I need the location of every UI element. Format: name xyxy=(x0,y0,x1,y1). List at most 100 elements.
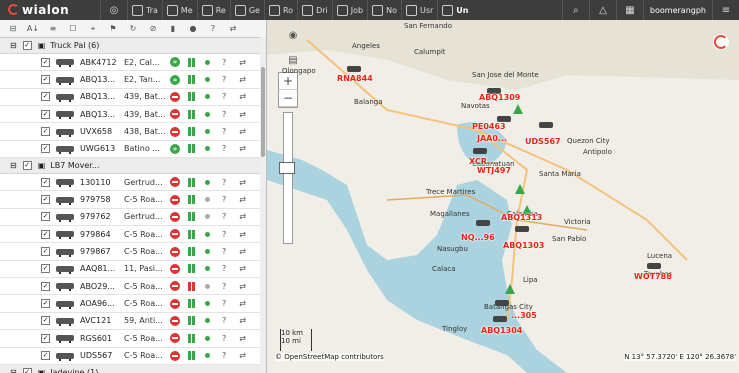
unit-location[interactable]: C-5 Roa... xyxy=(124,247,166,256)
moving-arrow-icon[interactable] xyxy=(513,104,523,114)
unit-name[interactable]: ABQ13... xyxy=(80,92,120,101)
unit-location[interactable]: C-5 Roa... xyxy=(124,230,166,239)
command-icon[interactable]: ⇄ xyxy=(239,247,246,256)
command-icon[interactable]: ⇄ xyxy=(239,282,246,291)
unit-location[interactable]: 438, Bat... xyxy=(124,127,166,136)
stopped-status-icon[interactable] xyxy=(170,194,180,205)
vehicle-label[interactable]: WOT788 xyxy=(634,272,672,281)
info-icon[interactable]: ? xyxy=(206,23,220,35)
moving-status-icon[interactable]: » xyxy=(170,74,180,85)
unit-checkbox[interactable]: ✓ xyxy=(41,299,50,309)
unit-checkbox[interactable]: ✓ xyxy=(41,144,50,154)
stopped-status-icon[interactable] xyxy=(170,211,180,222)
vehicle-label[interactable]: ABQ1313 xyxy=(501,213,542,222)
vehicle-label[interactable]: ABQ1303 xyxy=(503,241,544,250)
unit-row[interactable]: ✓ 979864 C-5 Roa...? ⇄ xyxy=(0,226,266,244)
unit-location[interactable]: E2, Cal... xyxy=(124,58,166,67)
unit-location[interactable]: E2, Tan... xyxy=(124,75,166,84)
vehicle-label[interactable]: UDS567 xyxy=(525,137,561,146)
info-icon[interactable]: ? xyxy=(222,92,226,101)
layers-icon[interactable]: ▦ xyxy=(615,0,643,20)
unit-name[interactable]: 979864 xyxy=(80,230,120,239)
info-icon[interactable]: ? xyxy=(222,195,226,204)
tab-job[interactable]: Job xyxy=(331,0,367,20)
command-icon[interactable]: ⇄ xyxy=(239,110,246,119)
unit-row[interactable]: ✓ UVX658 438, Bat...? ⇄ xyxy=(0,123,266,141)
info-icon[interactable]: ? xyxy=(222,264,226,273)
unit-checkbox[interactable]: ✓ xyxy=(41,316,50,326)
refresh-icon[interactable]: ↻ xyxy=(126,23,140,35)
collapse-toggle-icon[interactable]: ⊟ xyxy=(10,41,17,50)
group-checkbox[interactable]: ✓ xyxy=(22,367,32,373)
command-icon[interactable]: ⇄ xyxy=(239,316,246,325)
vehicle-label[interactable]: ...305 xyxy=(511,311,537,320)
info-icon[interactable]: ? xyxy=(222,334,226,343)
tab-report[interactable]: Re xyxy=(196,0,230,20)
vehicle-marker[interactable] xyxy=(495,300,509,306)
unit-name[interactable]: 979867 xyxy=(80,247,120,256)
unit-checkbox[interactable]: ✓ xyxy=(41,212,50,222)
unit-name[interactable]: ABQ13... xyxy=(80,110,120,119)
map-layers-icon[interactable]: ▤ xyxy=(286,55,300,67)
info-icon[interactable]: ? xyxy=(222,212,226,221)
unit-name[interactable]: ABO29... xyxy=(80,282,120,291)
unit-checkbox[interactable]: ✓ xyxy=(41,57,50,67)
tab-user[interactable]: Usr xyxy=(400,0,437,20)
vehicle-marker[interactable] xyxy=(515,226,529,232)
info-icon[interactable]: ? xyxy=(222,230,226,239)
unit-row[interactable]: ✓ ABQ13... 439, Bat...? ⇄ xyxy=(0,89,266,107)
collapse-icon[interactable]: ≡ xyxy=(46,23,60,35)
command-icon[interactable]: ⇄ xyxy=(239,230,246,239)
select-all-icon[interactable]: ☐ xyxy=(66,23,80,35)
vehicle-label[interactable]: ABQ1309 xyxy=(479,93,520,102)
info-icon[interactable]: ? xyxy=(222,282,226,291)
unit-checkbox[interactable]: ✓ xyxy=(41,195,50,205)
unit-location[interactable]: 11, Pasi... xyxy=(124,264,166,273)
vehicle-label[interactable]: PE0463 xyxy=(472,122,506,131)
unit-location[interactable]: C-5 Roa... xyxy=(124,195,166,204)
unit-name[interactable]: AOA96... xyxy=(80,299,120,308)
unit-row[interactable]: ✓ UWG613 Batino ... »? ⇄ xyxy=(0,141,266,159)
unit-checkbox[interactable]: ✓ xyxy=(41,75,50,85)
unit-name[interactable]: 979762 xyxy=(80,212,120,221)
stopped-status-icon[interactable] xyxy=(170,229,180,240)
command-icon[interactable]: ⇄ xyxy=(239,264,246,273)
unit-row[interactable]: ✓ ABQ13... 439, Bat...? ⇄ xyxy=(0,106,266,124)
unit-row[interactable]: ✓ 130110 Gertrud...? ⇄ xyxy=(0,174,266,192)
key-icon[interactable]: ⊘ xyxy=(146,23,160,35)
vehicle-marker[interactable] xyxy=(473,148,487,154)
location-icon[interactable]: ⌖ xyxy=(86,23,100,35)
collapse-toggle-icon[interactable]: ⊟ xyxy=(10,161,17,170)
info-icon[interactable]: ? xyxy=(222,144,226,153)
zoom-out-button[interactable]: − xyxy=(279,90,297,107)
map-view[interactable]: ◉ ▤ + − San Fernando Angeles Olongapo Ca… xyxy=(267,20,739,373)
unit-location[interactable]: Gertrud... xyxy=(124,212,166,221)
vehicle-label[interactable]: WTJ497 xyxy=(477,166,511,175)
moving-status-icon[interactable]: » xyxy=(170,143,180,154)
stopped-status-icon[interactable] xyxy=(170,333,180,344)
unit-row[interactable]: ✓ UDS567 C-5 Roa...? ⇄ xyxy=(0,348,266,365)
unit-name[interactable]: ABK4712 xyxy=(80,58,120,67)
stopped-status-icon[interactable] xyxy=(170,109,180,120)
status-icon[interactable]: ● xyxy=(186,23,200,35)
info-icon[interactable]: ? xyxy=(222,75,226,84)
command-icon[interactable]: ⇄ xyxy=(239,351,246,360)
unit-location[interactable]: Batino ... xyxy=(124,144,166,153)
unit-row[interactable]: ✓ AOA96... C-5 Roa...? ⇄ xyxy=(0,295,266,313)
unit-name[interactable]: AAQ81... xyxy=(80,264,120,273)
unit-row[interactable]: ✓ ABQ13... E2, Tan... »? ⇄ xyxy=(0,71,266,89)
stopped-status-icon[interactable] xyxy=(170,298,180,309)
unit-name[interactable]: RGS601 xyxy=(80,334,120,343)
unit-location[interactable]: C-5 Roa... xyxy=(124,282,166,291)
stopped-status-icon[interactable] xyxy=(170,177,180,188)
sort-az-icon[interactable]: A↓ xyxy=(26,23,40,35)
unit-name[interactable]: ABQ13... xyxy=(80,75,120,84)
vehicle-marker[interactable] xyxy=(493,316,507,322)
zoom-slider-handle[interactable] xyxy=(279,162,295,174)
stopped-status-icon[interactable] xyxy=(170,263,180,274)
group-checkbox[interactable]: ✓ xyxy=(22,161,32,171)
unit-location[interactable]: C-5 Roa... xyxy=(124,299,166,308)
unit-checkbox[interactable]: ✓ xyxy=(41,281,50,291)
command-icon[interactable]: ⇄ xyxy=(239,299,246,308)
tab-route[interactable]: Ro xyxy=(263,0,297,20)
